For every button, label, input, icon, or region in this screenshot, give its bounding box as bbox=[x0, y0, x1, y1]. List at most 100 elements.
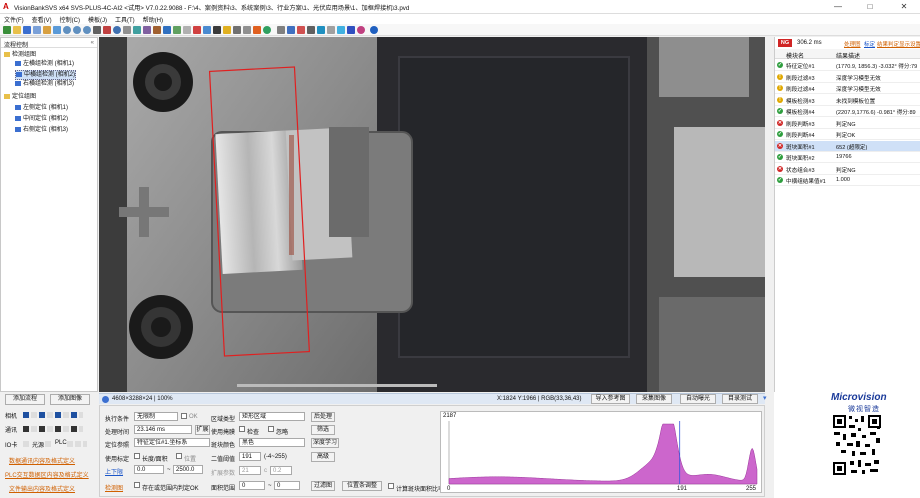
import-ref-button[interactable]: 导入参考图 bbox=[591, 394, 630, 404]
result-row[interactable]: ✓ 斑块面积#2 19766 bbox=[775, 152, 920, 163]
tree-item[interactable]: 右横组检测 (相机3) bbox=[15, 80, 74, 88]
display-settings-link[interactable]: 显示设置 bbox=[899, 40, 920, 48]
filter-button[interactable]: 筛选 bbox=[311, 425, 335, 435]
result-row[interactable]: ✕ 刷段判断#3 判定NG bbox=[775, 118, 920, 129]
ok-checkbox[interactable] bbox=[181, 413, 187, 419]
cloud-icon[interactable] bbox=[317, 26, 325, 34]
comm-format-link[interactable]: 数据通讯内容及格式定义 bbox=[9, 456, 75, 465]
tree-item[interactable]: 左横组检测 (相机1) bbox=[15, 60, 74, 68]
ignore-checkbox[interactable] bbox=[268, 426, 274, 432]
tree-group-detect[interactable]: 检测组图 bbox=[4, 51, 36, 59]
add-flow-button[interactable]: 添加流程 bbox=[5, 394, 45, 405]
add-image-button[interactable]: 添加图像 bbox=[50, 394, 90, 405]
stop-icon[interactable] bbox=[193, 26, 201, 34]
sync-icon[interactable] bbox=[347, 26, 355, 34]
post-process-button[interactable]: 后处理 bbox=[311, 412, 335, 422]
image-icon[interactable] bbox=[163, 26, 171, 34]
auto-exposure-button[interactable]: 自动曝光 bbox=[680, 394, 716, 404]
result-row[interactable]: ✕ 斑块面积#1 652 (超限定) bbox=[775, 140, 920, 152]
result-row[interactable]: ✓ 刷段判断#4 判定OK bbox=[775, 129, 920, 140]
expand-param-input-2[interactable]: 0.2 bbox=[270, 466, 292, 475]
zoom-fit-icon[interactable] bbox=[83, 26, 91, 34]
copy-icon[interactable] bbox=[243, 26, 251, 34]
export-icon[interactable] bbox=[287, 26, 295, 34]
info-icon[interactable] bbox=[370, 26, 378, 34]
dir-test-button[interactable]: 目录测试 bbox=[722, 394, 758, 404]
deep-learn-button[interactable]: 深度学习 bbox=[311, 438, 339, 448]
result-row[interactable]: ! 刷段过滤#3 深度学习模型无效 bbox=[775, 72, 920, 83]
zoom-in-icon[interactable] bbox=[63, 26, 71, 34]
result-row[interactable]: ! 刷段过滤#4 深度学习模型无效 bbox=[775, 83, 920, 94]
refresh-icon[interactable] bbox=[337, 26, 345, 34]
result-row[interactable]: ! 模板检测#3 未找到模板位置 bbox=[775, 95, 920, 106]
maximize-button[interactable]: □ bbox=[859, 1, 881, 13]
lower-limit-input[interactable]: 0.0 bbox=[134, 465, 164, 474]
expand-button[interactable]: 扩展 bbox=[195, 425, 210, 435]
capture-button[interactable]: 采集图像 bbox=[636, 394, 672, 404]
camera-icon[interactable] bbox=[53, 26, 61, 34]
play-icon[interactable] bbox=[263, 26, 271, 34]
tree-item-selected[interactable]: 中横组检测 (相机2) bbox=[15, 70, 77, 80]
check-checkbox[interactable] bbox=[239, 426, 245, 432]
calib-link[interactable]: 标定 bbox=[864, 40, 875, 48]
tree-item[interactable]: 左侧定位 (相机1) bbox=[15, 104, 68, 112]
in-area-checkbox[interactable] bbox=[134, 482, 140, 488]
print-icon[interactable] bbox=[277, 26, 285, 34]
crosshair-icon[interactable] bbox=[103, 26, 111, 34]
chevron-down-icon[interactable]: ▾ bbox=[763, 394, 767, 402]
open-icon[interactable] bbox=[13, 26, 21, 34]
process-image-link[interactable]: 处理图 bbox=[844, 40, 861, 48]
limits-link[interactable]: 上下限 bbox=[105, 467, 123, 476]
result-row[interactable]: ✓ 中横组结果值#1 1.000 bbox=[775, 175, 920, 186]
target-icon[interactable] bbox=[357, 26, 365, 34]
len-area-checkbox[interactable] bbox=[134, 453, 140, 459]
calc-ratio-checkbox[interactable] bbox=[388, 483, 394, 489]
location-icon[interactable] bbox=[253, 26, 261, 34]
area-high-input[interactable]: 0 bbox=[274, 481, 300, 490]
folder-icon[interactable] bbox=[43, 26, 51, 34]
histogram[interactable]: 2187 0 191 255 bbox=[440, 411, 762, 493]
mail-icon[interactable] bbox=[307, 26, 315, 34]
result-row[interactable]: ✓ 模板检测#4 (2207.9,1776.6) -0.981° 得分:89 bbox=[775, 106, 920, 117]
spot-color-select[interactable]: 黑色 bbox=[239, 438, 305, 447]
position-adjust-button[interactable]: 位置条调整 bbox=[342, 481, 382, 491]
zoom-out-icon[interactable] bbox=[73, 26, 81, 34]
pos-checkbox[interactable] bbox=[176, 453, 182, 459]
upper-limit-input[interactable]: 2500.0 bbox=[173, 465, 203, 474]
region-icon[interactable] bbox=[123, 26, 131, 34]
plc-format-link[interactable]: PLC交互数据区内容及格式定义 bbox=[5, 470, 89, 479]
tree-item[interactable]: 中间定位 (相机2) bbox=[15, 115, 68, 123]
expand-param-input-1[interactable]: 21 bbox=[239, 466, 261, 475]
save-icon[interactable] bbox=[23, 26, 31, 34]
lock-icon[interactable] bbox=[223, 26, 231, 34]
minimize-button[interactable]: — bbox=[827, 1, 849, 13]
keyboard-icon[interactable] bbox=[327, 26, 335, 34]
area-low-input[interactable]: 0 bbox=[239, 481, 265, 490]
eye-icon[interactable] bbox=[93, 26, 101, 34]
calib-icon[interactable] bbox=[143, 26, 151, 34]
collapse-icon[interactable]: « bbox=[91, 40, 94, 46]
measure-icon[interactable] bbox=[133, 26, 141, 34]
result-row[interactable]: ✕ 状态组合#3 判定NG bbox=[775, 164, 920, 175]
grid-icon[interactable] bbox=[33, 26, 41, 34]
loc-ref-select[interactable]: 特征定位#1.坐标系 bbox=[134, 438, 210, 447]
filter-image-button[interactable]: 过滤图 bbox=[311, 481, 335, 491]
flip-icon[interactable] bbox=[233, 26, 241, 34]
binar-input[interactable]: 191 bbox=[239, 452, 261, 461]
exec-cond-select[interactable]: 无限制 bbox=[134, 412, 178, 421]
close-button[interactable]: ✕ bbox=[893, 1, 915, 13]
file-format-link[interactable]: 文件输出内容及格式定义 bbox=[9, 484, 75, 493]
new-icon[interactable] bbox=[3, 26, 11, 34]
rotate-icon[interactable] bbox=[113, 26, 121, 34]
run-icon[interactable] bbox=[203, 26, 211, 34]
result-row[interactable]: ✓ 特征定位#1 (1770.9, 1856.3) -3.032° 得分:79 bbox=[775, 60, 920, 71]
region-type-select[interactable]: 矩形区域 bbox=[239, 412, 305, 421]
image2-icon[interactable] bbox=[297, 26, 305, 34]
tool-icon[interactable] bbox=[153, 26, 161, 34]
result-judge-link[interactable]: 结果判定 bbox=[877, 40, 899, 48]
list-icon[interactable] bbox=[213, 26, 221, 34]
chart-icon[interactable] bbox=[173, 26, 181, 34]
image-viewport[interactable] bbox=[99, 37, 765, 392]
tree-item[interactable]: 右侧定位 (相机3) bbox=[15, 126, 68, 134]
tree-group-locate[interactable]: 定位组图 bbox=[4, 93, 36, 101]
